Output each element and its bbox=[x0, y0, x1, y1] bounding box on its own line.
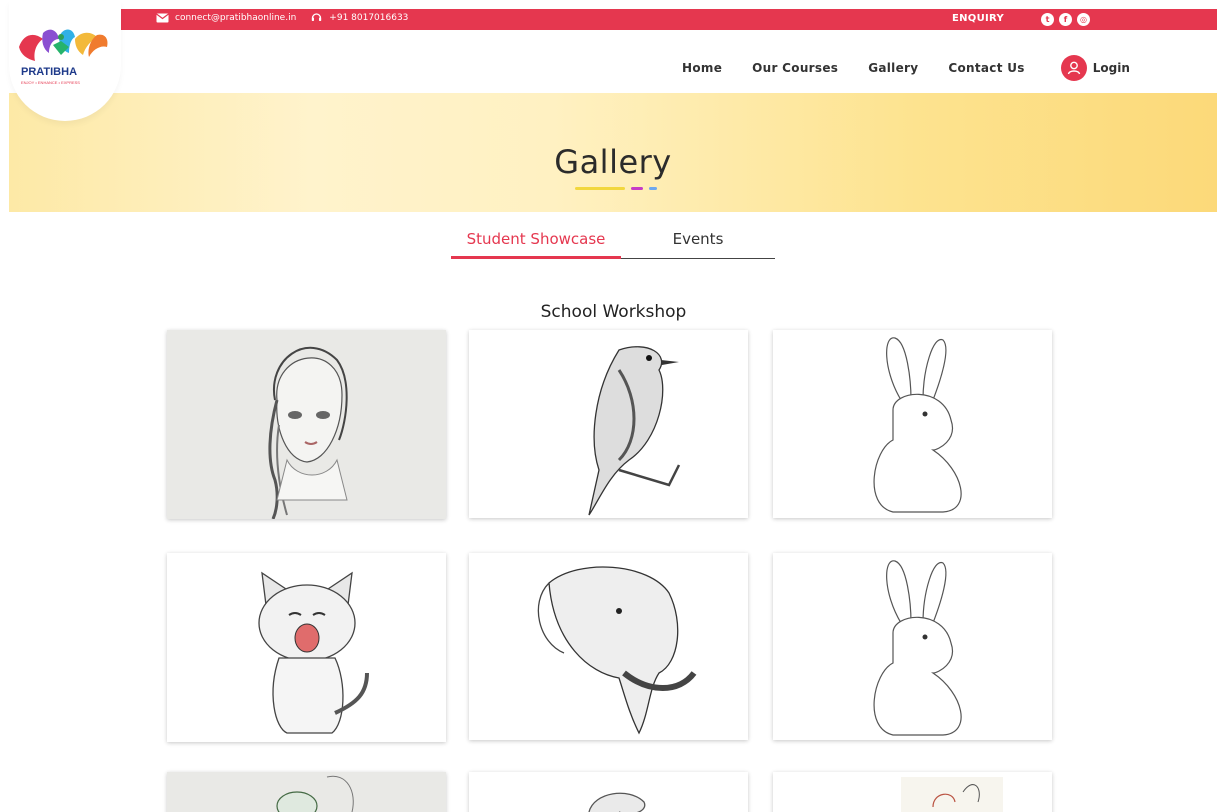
logo-mark bbox=[19, 29, 108, 61]
gallery-card-rabbit-2[interactable] bbox=[773, 553, 1052, 740]
page-title: Gallery bbox=[554, 143, 672, 181]
sketch-image bbox=[900, 777, 1003, 812]
gallery-card-8[interactable] bbox=[469, 772, 748, 812]
top-contact-bar: connect@pratibhaonline.in +91 8017016633… bbox=[108, 9, 1217, 30]
sketch-image bbox=[587, 792, 645, 812]
headset-icon bbox=[310, 12, 323, 23]
tab-events[interactable]: Events bbox=[621, 227, 775, 258]
elephant-sketch-image bbox=[537, 566, 696, 735]
girl-sketch-image bbox=[267, 346, 348, 519]
gallery-card-bird[interactable] bbox=[469, 330, 748, 518]
brand-name: PRATIBHA bbox=[21, 66, 78, 78]
site-header: Home Our Courses Gallery Contact Us Logi… bbox=[9, 30, 1217, 93]
contact-info: connect@pratibhaonline.in +91 8017016633 bbox=[156, 12, 408, 23]
tab-student-showcase[interactable]: Student Showcase bbox=[451, 227, 621, 259]
twitter-icon[interactable]: t bbox=[1041, 13, 1054, 26]
gallery-card-7[interactable] bbox=[167, 772, 446, 812]
gallery-card-girl[interactable] bbox=[167, 330, 446, 519]
section-title: School Workshop bbox=[540, 302, 687, 322]
mail-icon bbox=[156, 12, 169, 23]
rabbit-sketch-image bbox=[872, 560, 962, 736]
sketch-image bbox=[275, 775, 354, 812]
contact-email[interactable]: connect@pratibhaonline.in bbox=[175, 13, 296, 23]
underline-blue bbox=[649, 187, 657, 190]
nav-gallery[interactable]: Gallery bbox=[868, 61, 918, 75]
user-icon bbox=[1060, 55, 1087, 81]
title-underline bbox=[575, 187, 657, 190]
kitten-sketch-image bbox=[257, 571, 369, 734]
nav-our-courses[interactable]: Our Courses bbox=[752, 61, 838, 75]
login-label: Login bbox=[1092, 61, 1130, 75]
social-links: t f ◎ bbox=[1041, 13, 1090, 26]
page-banner: Gallery bbox=[9, 93, 1217, 212]
enquiry-link[interactable]: ENQUIRY bbox=[952, 13, 1004, 24]
underline-yellow bbox=[575, 187, 625, 190]
brand-tagline: ENJOY • ENHANCE • EXPRESS bbox=[21, 80, 80, 85]
gallery-tabs: Student Showcase Events bbox=[451, 227, 775, 259]
logo[interactable]: PRATIBHA ENJOY • ENHANCE • EXPRESS bbox=[9, 0, 121, 121]
gallery-card-elephant[interactable] bbox=[469, 553, 748, 740]
gallery-card-rabbit-1[interactable] bbox=[773, 330, 1052, 518]
main-nav: Home Our Courses Gallery Contact Us Logi… bbox=[682, 55, 1130, 81]
underline-purple bbox=[631, 187, 643, 190]
nav-contact-us[interactable]: Contact Us bbox=[948, 61, 1024, 75]
gallery-card-kitten[interactable] bbox=[167, 553, 446, 742]
bird-sketch-image bbox=[587, 346, 680, 516]
contact-phone[interactable]: +91 8017016633 bbox=[329, 13, 408, 23]
facebook-icon[interactable]: f bbox=[1059, 13, 1072, 26]
gallery-card-9[interactable] bbox=[773, 772, 1052, 812]
nav-home[interactable]: Home bbox=[682, 61, 722, 75]
rabbit-sketch-image bbox=[872, 337, 962, 513]
instagram-icon[interactable]: ◎ bbox=[1077, 13, 1090, 26]
login-button[interactable]: Login bbox=[1060, 55, 1130, 81]
